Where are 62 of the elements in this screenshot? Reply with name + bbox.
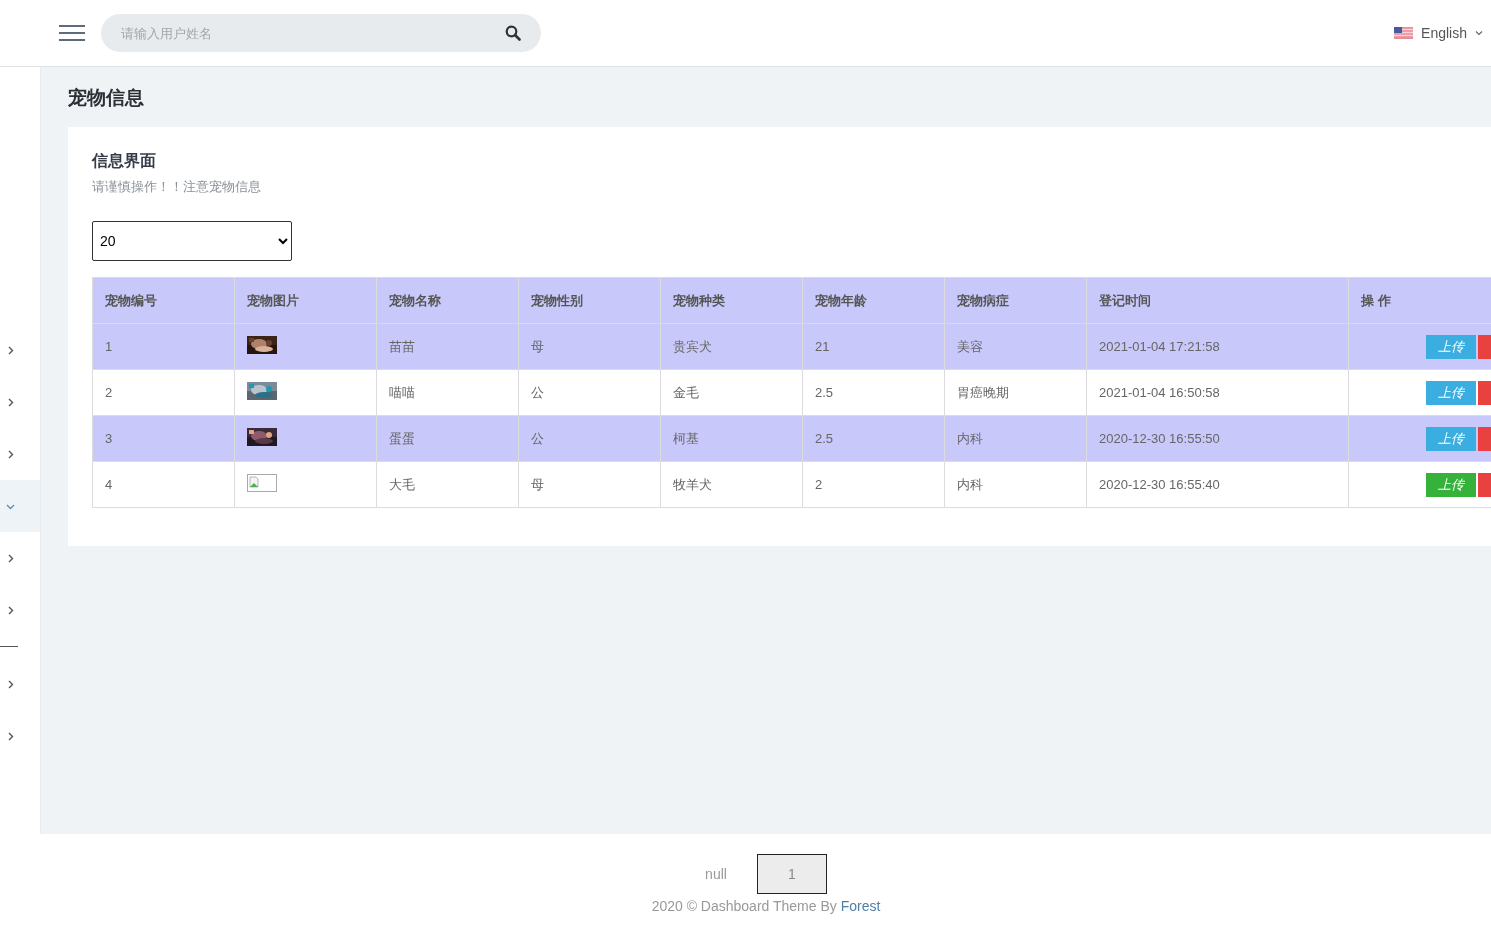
page-button[interactable]: 1 bbox=[756, 854, 827, 894]
column-header: 宠物性别 bbox=[518, 277, 661, 324]
table-cell: 大毛 bbox=[376, 461, 519, 508]
language-selector[interactable]: English bbox=[1421, 25, 1467, 41]
table-cell: 2.5 bbox=[802, 369, 945, 416]
column-header: 宠物图片 bbox=[234, 277, 377, 324]
table-cell: 金毛 bbox=[660, 369, 803, 416]
chevron-right-icon[interactable] bbox=[6, 553, 15, 563]
table-cell: 4 bbox=[92, 461, 235, 508]
table-cell: 美容 bbox=[944, 323, 1087, 370]
column-header: 宠物名称 bbox=[376, 277, 519, 324]
table-cell: 2020-12-30 16:55:40 bbox=[1086, 461, 1349, 508]
column-header: 宠物年龄 bbox=[802, 277, 945, 324]
table-cell: 21 bbox=[802, 323, 945, 370]
card-subtitle: 请谨慎操作！！注意宠物信息 bbox=[92, 178, 262, 196]
upload-button[interactable]: 上传 bbox=[1426, 426, 1476, 451]
upload-button[interactable]: 上传 bbox=[1426, 472, 1476, 497]
chevron-right-icon[interactable] bbox=[6, 605, 15, 615]
table-cell: 内科 bbox=[944, 461, 1087, 508]
table-cell: 母 bbox=[518, 461, 661, 508]
upload-button[interactable]: 上传 bbox=[1426, 380, 1476, 405]
table-cell: 贵宾犬 bbox=[660, 323, 803, 370]
page-title: 宠物信息 bbox=[68, 86, 144, 110]
column-header: 宠物编号 bbox=[92, 277, 235, 324]
chevron-right-icon[interactable] bbox=[6, 679, 15, 689]
card-title: 信息界面 bbox=[92, 151, 157, 171]
author-link[interactable]: Forest bbox=[840, 898, 881, 914]
table-cell: 2020-12-30 16:55:50 bbox=[1086, 415, 1349, 462]
table-cell: 1 bbox=[92, 323, 235, 370]
column-header: 宠物病症 bbox=[944, 277, 1087, 324]
table-cell: 胃癌晚期 bbox=[944, 369, 1087, 416]
footer-text: 2020 © Dashboard Theme By Forest bbox=[650, 898, 882, 914]
column-header: 操 作 bbox=[1348, 277, 1491, 324]
table-cell: 2021-01-04 16:50:58 bbox=[1086, 369, 1349, 416]
table-cell: 3 bbox=[92, 415, 235, 462]
table-cell: 2 bbox=[92, 369, 235, 416]
table-cell: 2.5 bbox=[802, 415, 945, 462]
caret-icon[interactable] bbox=[1475, 30, 1483, 36]
table-cell: 牧羊犬 bbox=[660, 461, 803, 508]
broken-image-icon bbox=[247, 474, 277, 492]
chevron-right-icon[interactable] bbox=[6, 731, 15, 741]
search-icon[interactable] bbox=[505, 25, 521, 41]
menu-icon[interactable] bbox=[59, 24, 85, 42]
column-header: 宠物种类 bbox=[660, 277, 803, 324]
table-cell: 内科 bbox=[944, 415, 1087, 462]
table-cell: 公 bbox=[518, 369, 661, 416]
chevron-right-icon[interactable] bbox=[6, 397, 15, 407]
table-cell: 喵喵 bbox=[376, 369, 519, 416]
table-cell: 母 bbox=[518, 323, 661, 370]
table-cell: 2021-01-04 17:21:58 bbox=[1086, 323, 1349, 370]
page-size-select[interactable]: 20 bbox=[92, 221, 292, 261]
pagination-label: null bbox=[705, 866, 727, 882]
flag-icon bbox=[1394, 27, 1414, 39]
column-header: 登记时间 bbox=[1086, 277, 1349, 324]
upload-button[interactable]: 上传 bbox=[1426, 334, 1476, 359]
table-cell: 2 bbox=[802, 461, 945, 508]
table-cell: 蛋蛋 bbox=[376, 415, 519, 462]
chevron-right-icon[interactable] bbox=[6, 345, 15, 355]
table-cell: 公 bbox=[518, 415, 661, 462]
table-cell: 苗苗 bbox=[376, 323, 519, 370]
chevron-right-icon[interactable] bbox=[6, 449, 15, 459]
table-cell: 柯基 bbox=[660, 415, 803, 462]
